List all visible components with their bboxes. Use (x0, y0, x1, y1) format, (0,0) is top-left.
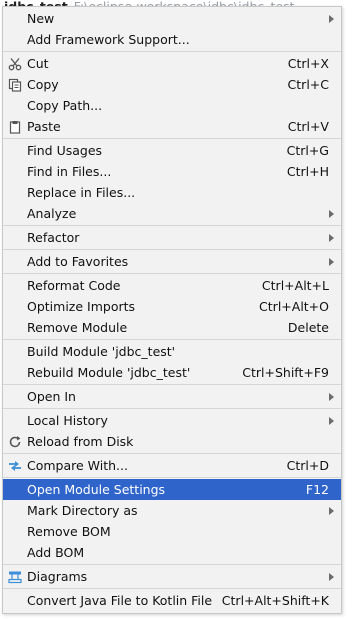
submenu-arrow-icon (329, 258, 334, 266)
submenu-arrow-icon (329, 417, 334, 425)
menu-group: Cut Ctrl+X Copy Ctrl+C Copy Path... Paste Ctrl… (3, 52, 341, 139)
menu-group: Add to Favorites (3, 250, 341, 274)
menu-item-label: Replace in Files... (27, 185, 136, 200)
menu-item-diagrams[interactable]: Diagrams (3, 566, 341, 587)
menu-item-shortcut: Ctrl+Shift+F9 (242, 365, 329, 380)
menu-group: Find Usages Ctrl+G Find in Files... Ctrl+H R… (3, 139, 341, 226)
menu-item-remove-module[interactable]: Remove Module Delete (3, 317, 341, 338)
menu-item-shortcut: Ctrl+X (287, 56, 329, 71)
menu-item-label: Diagrams (27, 569, 88, 584)
menu-group: Local History Reload from Disk (3, 409, 341, 454)
menu-item-label: Reload from Disk (27, 434, 134, 449)
menu-item-label: Open In (27, 389, 76, 404)
menu-item-label: Copy (27, 77, 59, 92)
menu-item-copy[interactable]: Copy Ctrl+C (3, 74, 341, 95)
menu-item-label: New (27, 11, 55, 26)
menu-item-add-to-favorites[interactable]: Add to Favorites (3, 251, 341, 272)
menu-item-label: Convert Java File to Kotlin File (27, 593, 213, 608)
menu-group: Refactor (3, 226, 341, 250)
menu-item-add-framework-support[interactable]: Add Framework Support... (3, 29, 341, 50)
menu-item-label: Remove BOM (27, 524, 111, 539)
menu-item-shortcut: Ctrl+Alt+O (259, 299, 329, 314)
menu-item-shortcut: Ctrl+D (286, 458, 329, 473)
menu-item-label: Cut (27, 56, 49, 71)
menu-item-label: Open Module Settings (27, 482, 166, 497)
menu-group: Compare With... Ctrl+D (3, 454, 341, 478)
menu-item-copy-path[interactable]: Copy Path... (3, 95, 341, 116)
menu-item-shortcut: Ctrl+V (287, 119, 329, 134)
menu-item-label: Add to Favorites (27, 254, 129, 269)
menu-group: Open In (3, 385, 341, 409)
menu-item-shortcut: Ctrl+C (287, 77, 329, 92)
menu-item-paste[interactable]: Paste Ctrl+V (3, 116, 341, 137)
reload-icon (8, 434, 22, 448)
menu-item-new[interactable]: New (3, 8, 341, 29)
menu-item-label: Mark Directory as (27, 503, 138, 518)
menu-group: Diagrams (3, 565, 341, 589)
diagram-icon (8, 569, 22, 584)
submenu-arrow-icon (329, 393, 334, 401)
menu-item-remove-bom[interactable]: Remove BOM (3, 521, 341, 542)
menu-item-local-history[interactable]: Local History (3, 410, 341, 431)
menu-item-label: Build Module 'jdbc_test' (27, 344, 176, 359)
menu-item-compare-with[interactable]: Compare With... Ctrl+D (3, 455, 341, 476)
submenu-arrow-icon (329, 234, 334, 242)
menu-group: Convert Java File to Kotlin File Ctrl+Alt… (3, 589, 341, 612)
menu-item-rebuild-module-jdbc-test[interactable]: Rebuild Module 'jdbc_test' Ctrl+Shift+F9 (3, 362, 341, 383)
submenu-arrow-icon (329, 573, 334, 581)
menu-item-open-in[interactable]: Open In (3, 386, 341, 407)
menu-item-label: Rebuild Module 'jdbc_test' (27, 365, 191, 380)
menu-item-label: Reformat Code (27, 278, 121, 293)
menu-item-shortcut: Ctrl+Alt+Shift+K (221, 593, 329, 608)
menu-item-find-in-files[interactable]: Find in Files... Ctrl+H (3, 161, 341, 182)
menu-item-open-module-settings[interactable]: Open Module Settings F12 (3, 479, 341, 500)
menu-item-shortcut: Ctrl+Alt+L (261, 278, 329, 293)
compare-icon (8, 458, 22, 472)
menu-item-label: Paste (27, 119, 61, 134)
menu-item-convert-java-file-to-kotlin-file[interactable]: Convert Java File to Kotlin File Ctrl+Alt… (3, 590, 341, 611)
submenu-arrow-icon (329, 15, 334, 23)
menu-item-build-module-jdbc-test[interactable]: Build Module 'jdbc_test' (3, 341, 341, 362)
menu-group: New Add Framework Support... (3, 7, 341, 52)
menu-item-add-bom[interactable]: Add BOM (3, 542, 341, 563)
menu-item-shortcut: Ctrl+H (286, 164, 329, 179)
scissors-icon (8, 56, 22, 71)
menu-item-shortcut: Delete (287, 320, 329, 335)
menu-item-replace-in-files[interactable]: Replace in Files... (3, 182, 341, 203)
copy-icon (8, 77, 22, 92)
menu-item-reformat-code[interactable]: Reformat Code Ctrl+Alt+L (3, 275, 341, 296)
menu-item-label: Compare With... (27, 458, 128, 473)
menu-item-refactor[interactable]: Refactor (3, 227, 341, 248)
menu-item-reload-from-disk[interactable]: Reload from Disk (3, 431, 341, 452)
menu-item-label: Remove Module (27, 320, 128, 335)
menu-item-label: Copy Path... (27, 98, 103, 113)
menu-item-shortcut: Ctrl+G (286, 143, 329, 158)
menu-group: Build Module 'jdbc_test' Rebuild Module '… (3, 340, 341, 385)
menu-item-optimize-imports[interactable]: Optimize Imports Ctrl+Alt+O (3, 296, 341, 317)
menu-item-label: Analyze (27, 206, 77, 221)
menu-item-label: Refactor (27, 230, 80, 245)
menu-group: Open Module Settings F12 Mark Directory as… (3, 478, 341, 565)
menu-item-label: Find Usages (27, 143, 103, 158)
menu-group: Reformat Code Ctrl+Alt+L Optimize Imports C… (3, 274, 341, 340)
submenu-arrow-icon (329, 507, 334, 515)
menu-item-label: Add BOM (27, 545, 85, 560)
menu-item-label: Optimize Imports (27, 299, 136, 314)
submenu-arrow-icon (329, 210, 334, 218)
menu-item-find-usages[interactable]: Find Usages Ctrl+G (3, 140, 341, 161)
menu-item-cut[interactable]: Cut Ctrl+X (3, 53, 341, 74)
menu-item-label: Add Framework Support... (27, 32, 190, 47)
menu-item-label: Local History (27, 413, 108, 428)
menu-item-label: Find in Files... (27, 164, 112, 179)
menu-item-analyze[interactable]: Analyze (3, 203, 341, 224)
menu-item-shortcut: F12 (305, 482, 329, 497)
context-menu: New Add Framework Support... Cut Ctrl+X Copy… (2, 6, 342, 614)
menu-item-mark-directory-as[interactable]: Mark Directory as (3, 500, 341, 521)
clipboard-icon (8, 119, 22, 134)
